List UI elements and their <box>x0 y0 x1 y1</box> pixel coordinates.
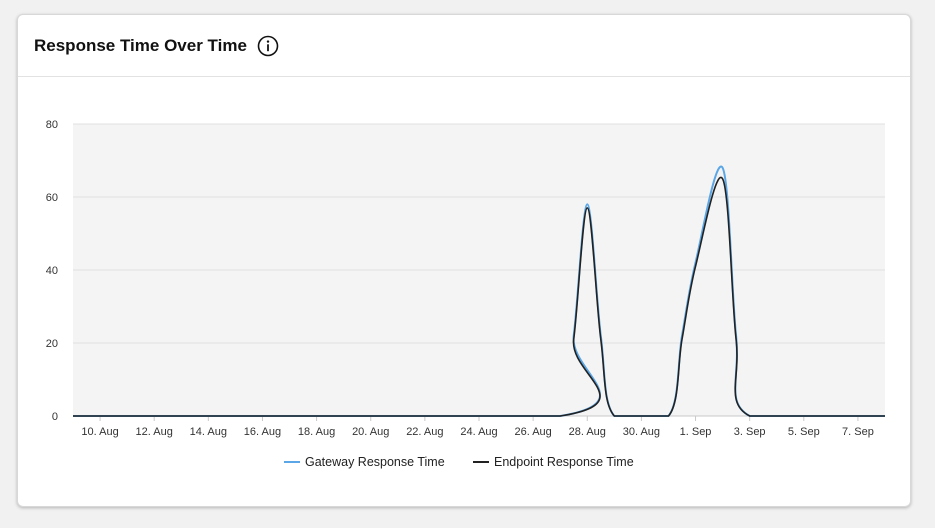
y-tick-label: 20 <box>46 338 58 350</box>
x-tick-label: 26. Aug <box>514 426 551 438</box>
x-tick-label: 30. Aug <box>623 426 660 438</box>
legend-label: Gateway Response Time <box>305 455 445 469</box>
x-tick-label: 5. Sep <box>788 426 820 438</box>
x-tick-label: 22. Aug <box>406 426 443 438</box>
card-header: Response Time Over Time <box>18 15 910 77</box>
x-tick-label: 28. Aug <box>569 426 606 438</box>
x-tick-label: 7. Sep <box>842 426 874 438</box>
x-tick-label: 12. Aug <box>136 426 173 438</box>
x-tick-label: 10. Aug <box>81 426 118 438</box>
x-tick-label: 1. Sep <box>680 426 712 438</box>
x-tick-label: 24. Aug <box>460 426 497 438</box>
y-tick-label: 60 <box>46 192 58 204</box>
info-icon[interactable] <box>257 35 279 57</box>
y-tick-label: 0 <box>52 411 58 423</box>
x-tick-label: 20. Aug <box>352 426 389 438</box>
card-title: Response Time Over Time <box>34 35 247 55</box>
y-tick-label: 80 <box>46 119 58 131</box>
legend-label: Endpoint Response Time <box>494 455 634 469</box>
x-tick-label: 18. Aug <box>298 426 335 438</box>
x-tick-label: 14. Aug <box>190 426 227 438</box>
chart-area: 0 20 40 60 80 10. Aug 12. Aug 14. Aug 16. Aug 18.… <box>18 77 910 502</box>
x-tick-label: 16. Aug <box>244 426 281 438</box>
x-tick-label: 3. Sep <box>734 426 766 438</box>
response-time-card: Response Time Over Time 0 20 40 60 80 10. Aug… <box>17 14 911 507</box>
response-time-chart: 0 20 40 60 80 10. Aug 12. Aug 14. Aug 16. Aug 18.… <box>46 119 885 469</box>
y-tick-label: 40 <box>46 265 58 277</box>
